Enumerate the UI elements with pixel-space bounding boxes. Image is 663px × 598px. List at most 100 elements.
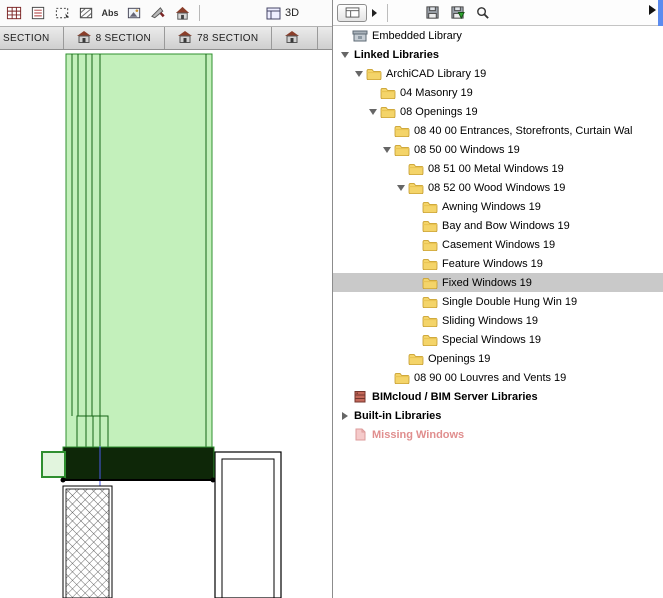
tree-row-label: Sliding Windows 19	[442, 314, 538, 327]
tree-row-special-windows-19[interactable]: Special Windows 19	[333, 330, 663, 349]
tree-row-label: 08 51 00 Metal Windows 19	[428, 162, 564, 175]
section-marker-icon	[178, 30, 193, 46]
server-icon	[352, 390, 370, 403]
save-icon[interactable]	[421, 3, 443, 23]
tree-row-label: Openings 19	[428, 352, 491, 365]
tree-row-built-in-libraries[interactable]: Built-in Libraries	[333, 406, 663, 425]
figure-icon[interactable]	[123, 3, 145, 23]
tree-row-embedded-library[interactable]: Embedded Library	[333, 26, 663, 45]
view-options-button[interactable]	[337, 3, 367, 22]
disclosure-closed-icon[interactable]	[338, 411, 352, 420]
tree-row-label: Feature Windows 19	[442, 257, 543, 270]
tree-row-label: 08 90 00 Louvres and Vents 19	[414, 371, 567, 384]
tree-row-label: ArchiCAD Library 19	[386, 67, 487, 80]
tree-row-08-40-00-entrances-storefronts-curtain-wal[interactable]: 08 40 00 Entrances, Storefronts, Curtain…	[333, 121, 663, 140]
section-marker-icon	[76, 30, 91, 46]
project-index-icon[interactable]	[27, 3, 49, 23]
tree-row-archicad-library-19[interactable]: ArchiCAD Library 19	[333, 64, 663, 83]
split-knife-icon[interactable]	[147, 3, 169, 23]
tree-row-awning-windows-19[interactable]: Awning Windows 19	[333, 197, 663, 216]
section-drawing	[41, 53, 282, 598]
tree-row-label: Embedded Library	[372, 29, 462, 42]
library-manager-panel: Embedded Library Linked Libraries ArchiCAD…	[332, 0, 663, 598]
tree-row-label: 08 52 00 Wood Windows 19	[428, 181, 566, 194]
folder-icon	[394, 143, 412, 156]
tree-row-label: Fixed Windows 19	[442, 276, 532, 289]
folder-icon	[422, 333, 440, 346]
dimension-abs-icon[interactable]: Abs	[99, 3, 121, 23]
section-marker-icon	[285, 30, 300, 46]
tree-row-label: Special Windows 19	[442, 333, 542, 346]
tree-row-fixed-windows-19[interactable]: Fixed Windows 19	[333, 273, 663, 292]
panel-edge-highlight	[658, 0, 663, 26]
folder-icon	[422, 238, 440, 251]
embedded-icon	[352, 29, 370, 42]
tree-row-label: Bay and Bow Windows 19	[442, 219, 570, 232]
folder-icon	[422, 219, 440, 232]
folder-icon	[380, 86, 398, 99]
tree-row-08-52-00-wood-windows-19[interactable]: 08 52 00 Wood Windows 19	[333, 178, 663, 197]
folder-icon	[380, 105, 398, 118]
tab-78-section[interactable]: 78 SECTION	[165, 27, 273, 49]
folder-icon	[408, 352, 426, 365]
tree-row-feature-windows-19[interactable]: Feature Windows 19	[333, 254, 663, 273]
tree-row-bay-and-bow-windows-19[interactable]: Bay and Bow Windows 19	[333, 216, 663, 235]
selected-window-element	[41, 53, 215, 487]
tree-row-08-50-00-windows-19[interactable]: 08 50 00 Windows 19	[333, 140, 663, 159]
tree-row-label: 08 50 00 Windows 19	[414, 143, 520, 156]
folder-icon	[422, 200, 440, 213]
elevation-tool-icon[interactable]	[171, 3, 193, 23]
folder-icon	[366, 67, 384, 80]
section-canvas[interactable]	[0, 50, 332, 598]
save-as-icon[interactable]	[446, 3, 468, 23]
marquee-icon[interactable]	[51, 3, 73, 23]
search-icon[interactable]	[471, 3, 493, 23]
tree-row-linked-libraries[interactable]: Linked Libraries	[333, 45, 663, 64]
library-tree: Embedded Library Linked Libraries ArchiCAD…	[333, 26, 663, 598]
tree-row-label: 04 Masonry 19	[400, 86, 473, 99]
folder-icon	[408, 162, 426, 175]
toolbar-divider	[199, 5, 200, 21]
view-3d-button[interactable]: 3D	[266, 7, 299, 20]
tab-label: 78 SECTION	[197, 32, 259, 44]
tree-row-label: Casement Windows 19	[442, 238, 556, 251]
tree-row-label: BIMcloud / BIM Server Libraries	[372, 390, 538, 403]
folder-icon	[422, 295, 440, 308]
view-options-menu-arrow[interactable]	[372, 8, 377, 17]
disclosure-open-icon[interactable]	[338, 51, 352, 58]
tree-row-08-90-00-louvres-and-vents-19[interactable]: 08 90 00 Louvres and Vents 19	[333, 368, 663, 387]
tab-section[interactable]: SECTION	[0, 27, 64, 49]
toolbar-overflow-arrow-icon[interactable]	[649, 5, 656, 15]
tree-row-label: Built-in Libraries	[354, 409, 442, 422]
tree-row-04-masonry-19[interactable]: 04 Masonry 19	[333, 83, 663, 102]
folder-icon	[394, 371, 412, 384]
disclosure-open-icon[interactable]	[394, 184, 408, 191]
schedule-icon[interactable]	[3, 3, 25, 23]
disclosure-open-icon[interactable]	[366, 108, 380, 115]
archicad-window: Abs 3D SECTION 8 SECTION 78 SECTION Embe…	[0, 0, 663, 598]
library-panel-toolbar	[333, 0, 663, 26]
tree-row-08-openings-19[interactable]: 08 Openings 19	[333, 102, 663, 121]
missing-icon	[352, 428, 370, 441]
toolbar-divider	[387, 3, 388, 22]
folder-icon	[394, 124, 412, 137]
tab-8-section[interactable]: 8 SECTION	[64, 27, 166, 49]
tree-row-label: Linked Libraries	[354, 48, 439, 61]
tree-row-missing-windows[interactable]: Missing Windows	[333, 425, 663, 444]
tab-partial[interactable]	[272, 27, 319, 49]
tree-row-label: 08 Openings 19	[400, 105, 478, 118]
tree-row-sliding-windows-19[interactable]: Sliding Windows 19	[333, 311, 663, 330]
tree-row-openings-19[interactable]: Openings 19	[333, 349, 663, 368]
tree-row-label: Awning Windows 19	[442, 200, 541, 213]
disclosure-open-icon[interactable]	[352, 70, 366, 77]
selection-handle	[60, 477, 66, 483]
tree-row-casement-windows-19[interactable]: Casement Windows 19	[333, 235, 663, 254]
tree-row-bimcloud-bim-server-libraries[interactable]: BIMcloud / BIM Server Libraries	[333, 387, 663, 406]
tree-row-label: Missing Windows	[372, 428, 465, 441]
tree-row-08-51-00-metal-windows-19[interactable]: 08 51 00 Metal Windows 19	[333, 159, 663, 178]
fill-icon[interactable]	[75, 3, 97, 23]
tab-label: SECTION	[3, 32, 50, 44]
disclosure-open-icon[interactable]	[380, 146, 394, 153]
tree-row-single-double-hung-win-19[interactable]: Single Double Hung Win 19	[333, 292, 663, 311]
folder-icon	[422, 314, 440, 327]
